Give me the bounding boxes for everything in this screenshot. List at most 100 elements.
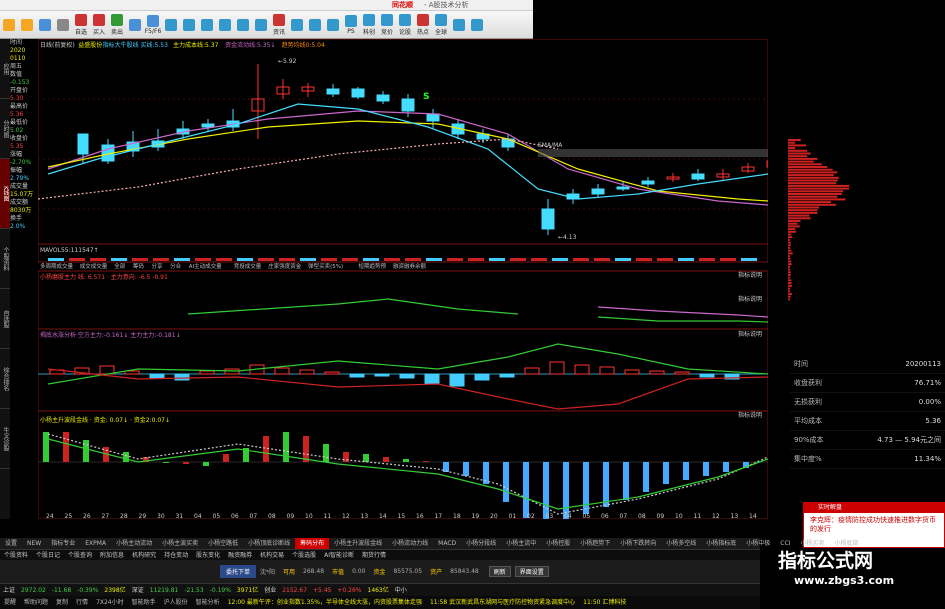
toolbar-button-8[interactable]: F5/F6 — [144, 11, 162, 39]
sub-tab-10[interactable]: 短期趋势预 — [359, 262, 387, 270]
indicator-tab-4[interactable]: 小杨主动流动 — [111, 538, 157, 549]
info-tab-4[interactable]: 机构研究 — [128, 550, 160, 560]
indicator-tab-1[interactable]: NEW — [22, 538, 46, 549]
index-name[interactable]: 上证 — [0, 584, 18, 596]
toolbar-button-19[interactable]: PS — [342, 11, 360, 39]
info-tab-7[interactable]: 融资融券 — [224, 550, 256, 560]
toolbar-button-1[interactable] — [18, 11, 36, 39]
toolbar-button-20[interactable]: 科创 — [360, 11, 378, 39]
toolbar-button-6[interactable]: 卖出 — [108, 11, 126, 39]
info-tab-10[interactable]: AI智能诊断 — [320, 550, 358, 560]
indicator-tab-5[interactable]: 小杨主波买卖 — [157, 538, 203, 549]
toolbar-button-17[interactable] — [306, 11, 324, 39]
left-tab-2[interactable]: K线图 — [0, 159, 10, 229]
left-tab-0[interactable]: 应用 — [0, 39, 10, 99]
indicator-tab-18[interactable]: 小杨指标底 — [701, 538, 741, 549]
left-tab-3[interactable]: 个股资料 — [0, 229, 10, 289]
candle-body[interactable] — [427, 114, 439, 121]
index-name[interactable]: 深证 — [129, 584, 147, 596]
indicator-tab-14[interactable]: 小杨控股 — [541, 538, 575, 549]
candle-body[interactable] — [327, 89, 339, 94]
sub-tab-5[interactable]: 分合 — [170, 262, 182, 270]
toolbar-button-5[interactable]: 买入 — [90, 11, 108, 39]
toolbar-button-12[interactable] — [216, 11, 234, 39]
sub-tab-0[interactable]: 多周期成交量 — [40, 262, 74, 270]
index-name[interactable]: 创业 — [261, 584, 279, 596]
candle-body[interactable] — [592, 189, 604, 194]
sub-tab-11[interactable]: 融资融券余额 — [393, 262, 427, 270]
indicator-tab-8[interactable]: 筹码分布 — [295, 538, 329, 549]
info-tab-1[interactable]: 个股日记 — [32, 550, 64, 560]
index-name[interactable]: 中小 — [392, 584, 410, 596]
indicator-tab-11[interactable]: MACD — [433, 538, 461, 549]
sub-tab-3[interactable]: 筹码 — [133, 262, 145, 270]
sub-tab-6[interactable]: AI主动成交量 — [189, 262, 222, 270]
left-tab-1[interactable]: 分时图 — [0, 99, 10, 159]
indicator-tab-7[interactable]: 小杨顶底诊断线 — [243, 538, 295, 549]
info-tab-0[interactable]: 个股资料 — [0, 550, 32, 560]
toolbar-button-18[interactable] — [324, 11, 342, 39]
indicator-help-link[interactable]: 指标说明 — [738, 271, 762, 279]
indicator-tab-16[interactable]: 小杨下跌转向 — [615, 538, 661, 549]
order-label[interactable]: 委托下单 — [220, 565, 256, 578]
ticker-item-4[interactable]: 7X24小时 — [92, 596, 128, 609]
toolbar-button-3[interactable] — [54, 11, 72, 39]
indicator-tab-13[interactable]: 小杨主流中 — [501, 538, 541, 549]
refresh-button[interactable]: 刷新 — [489, 566, 511, 577]
toolbar-button-7[interactable] — [126, 11, 144, 39]
ticker-item-0[interactable]: 提醒 — [0, 596, 20, 609]
sub-tab-7[interactable]: 竞投成交量 — [234, 262, 262, 270]
toolbar-button-25[interactable] — [450, 11, 468, 39]
sub-tab-2[interactable]: 全部 — [114, 262, 126, 270]
toolbar-button-13[interactable] — [234, 11, 252, 39]
toolbar-button-14[interactable] — [252, 11, 270, 39]
indicator-tab-17[interactable]: 小杨多空线 — [661, 538, 701, 549]
indicator-tab-9[interactable]: 小杨主升波段金线 — [329, 538, 387, 549]
toolbar-button-2[interactable] — [36, 11, 54, 39]
left-tab-5[interactable]: 综合排名 — [0, 349, 10, 409]
candle-body[interactable] — [542, 209, 554, 229]
popup-body[interactable]: 李克辉：疫情防控成功快速推进数字货币的发行 — [804, 513, 944, 537]
toolbar-button-22[interactable]: 论股 — [396, 11, 414, 39]
toolbar-button-15[interactable]: 资讯 — [270, 11, 288, 39]
indicator-tab-15[interactable]: 小杨趋势下 — [575, 538, 615, 549]
info-tab-11[interactable]: 期货行情 — [358, 550, 390, 560]
ticker-item-2[interactable]: 复制 — [52, 596, 72, 609]
toolbar-button-9[interactable] — [162, 11, 180, 39]
toolbar-button-21[interactable]: 竞价 — [378, 11, 396, 39]
sub-tab-9[interactable]: 弹型买卖(5%) — [308, 262, 343, 270]
candle-body[interactable] — [78, 134, 88, 154]
candle-body[interactable] — [402, 99, 414, 111]
toolbar-button-4[interactable]: 自选 — [72, 11, 90, 39]
ticker-item-5[interactable]: 智能助手 — [128, 596, 160, 609]
indicator-tab-2[interactable]: 指标专业 — [46, 538, 80, 549]
info-tab-5[interactable]: 持仓变动 — [160, 550, 192, 560]
indicator-tab-3[interactable]: EXPMA — [80, 538, 111, 549]
candle-body[interactable] — [692, 174, 704, 179]
indicator-tab-12[interactable]: 小杨分段线 — [461, 538, 501, 549]
toolbar-button-23[interactable]: 热点 — [414, 11, 432, 39]
ui-settings-button[interactable]: 界面设置 — [515, 566, 549, 577]
info-tab-3[interactable]: 附加信息 — [96, 550, 128, 560]
indicator-tab-6[interactable]: 小杨空路低 — [203, 538, 243, 549]
candle-body[interactable] — [642, 181, 654, 184]
indicator-help-link[interactable]: 指标说明 — [738, 411, 762, 419]
info-tab-6[interactable]: 股东变化 — [192, 550, 224, 560]
sub-tab-4[interactable]: 分享 — [152, 262, 164, 270]
toolbar-button-26[interactable] — [468, 11, 486, 39]
left-tab-4[interactable]: 自选股 — [0, 289, 10, 349]
indicator-tab-0[interactable]: 设置 — [0, 538, 22, 549]
toolbar-button-24[interactable]: 全球 — [432, 11, 450, 39]
candle-body[interactable] — [202, 124, 214, 127]
ticker-item-1[interactable]: 帮助问题 — [20, 596, 52, 609]
toolbar-button-16[interactable] — [288, 11, 306, 39]
candle-body[interactable] — [617, 187, 629, 189]
toolbar-button-10[interactable] — [180, 11, 198, 39]
info-tab-2[interactable]: 个股查询 — [64, 550, 96, 560]
candle-body[interactable] — [377, 95, 389, 101]
left-tab-6[interactable]: 牛叉诊股 — [0, 409, 10, 469]
toolbar-button-0[interactable] — [0, 11, 18, 39]
candle-body[interactable] — [352, 89, 364, 97]
info-tab-8[interactable]: 机构交易 — [256, 550, 288, 560]
indicator-help-link[interactable]: 指标说明 — [738, 295, 762, 303]
